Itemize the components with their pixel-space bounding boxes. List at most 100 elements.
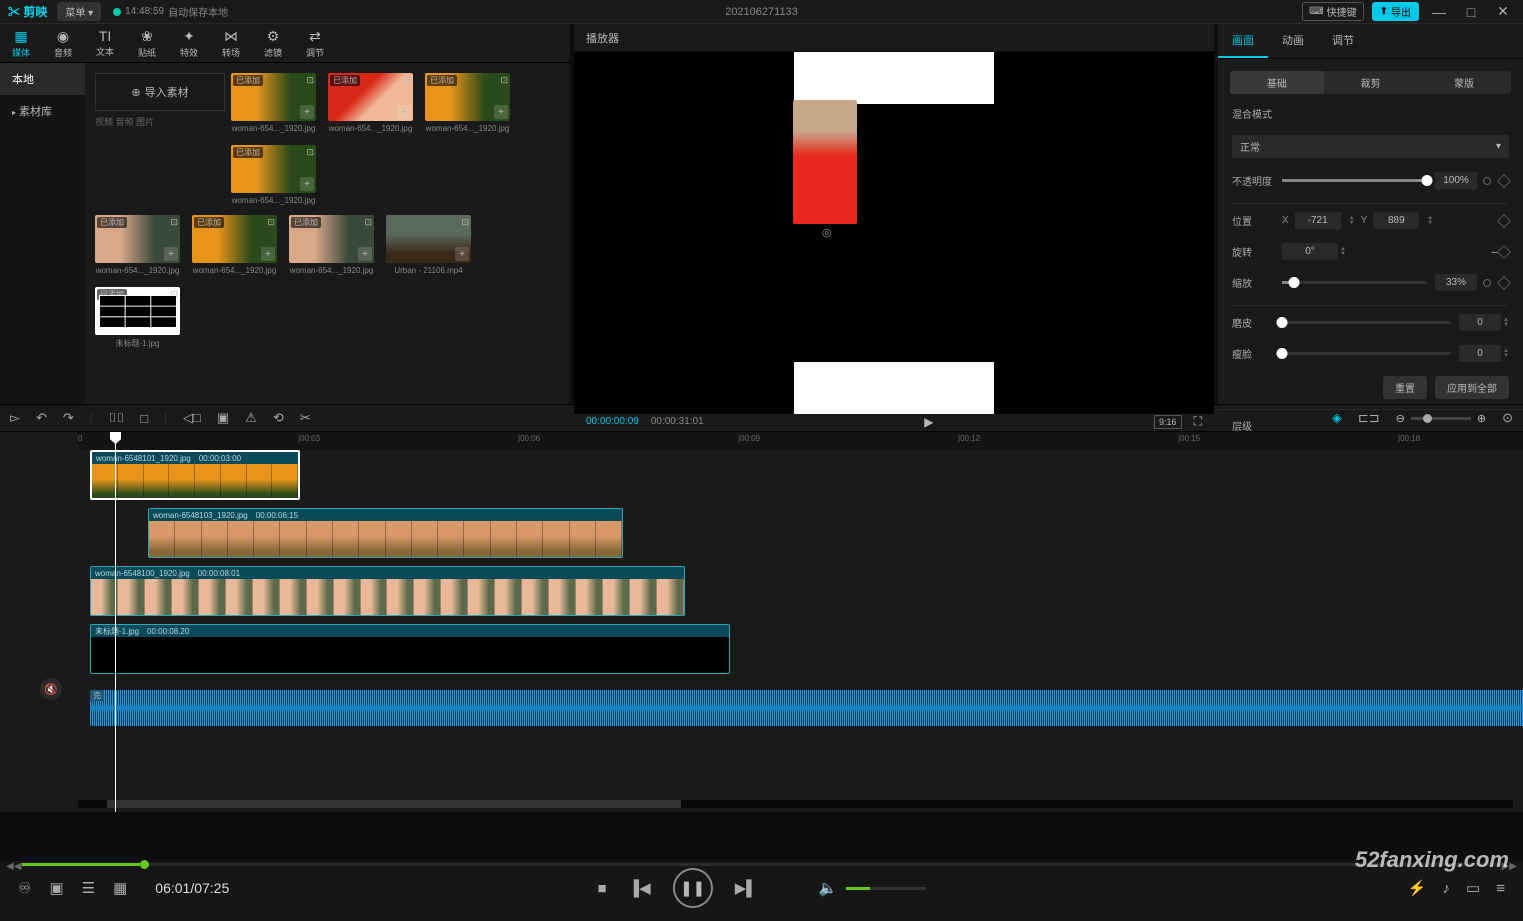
ribbon-tab[interactable]: ◉音频 (42, 24, 84, 62)
link-toggle[interactable]: ⊏⊐ (1358, 410, 1380, 426)
scale-value[interactable]: 33% (1435, 274, 1477, 291)
next-button[interactable]: ▶▌ (735, 879, 757, 897)
playhead[interactable] (115, 432, 116, 812)
aspect-ratio-button[interactable]: 9:16 (1154, 415, 1182, 429)
redo-button[interactable]: ↷ (63, 410, 74, 426)
sidebar-tab[interactable]: 本地 (0, 63, 85, 95)
slimface-slider[interactable] (1282, 352, 1451, 355)
add-to-timeline-button[interactable]: + (455, 247, 469, 261)
position-y-input[interactable]: 889 (1373, 212, 1419, 229)
slimface-value[interactable]: 0 (1459, 345, 1501, 362)
link-icon[interactable] (1483, 279, 1491, 287)
media-item[interactable]: 已添加⊡+未标题-1.jpg (95, 287, 180, 349)
progress-bar[interactable] (22, 863, 1501, 866)
pip-icon[interactable]: ▭ (1466, 879, 1480, 897)
ribbon-tab[interactable]: ⇄调节 (294, 24, 336, 62)
media-item[interactable]: 已添加⊡+woman-654..._1920.jpg (192, 215, 277, 275)
blend-mode-select[interactable]: 正常▾ (1232, 135, 1509, 158)
add-to-timeline-button[interactable]: + (261, 247, 275, 261)
opacity-slider[interactable] (1282, 179, 1427, 182)
seek-back-icon[interactable]: ◀◀ (6, 861, 21, 872)
play-button[interactable]: ▶ (924, 415, 933, 429)
track-mute-button[interactable]: 🔇 (40, 678, 62, 700)
keyframe-icon[interactable] (1497, 213, 1511, 227)
timeline-tracks[interactable]: woman-6548101_1920.jpg00:00:03:00woman-6… (78, 450, 1523, 470)
add-to-timeline-button[interactable]: + (300, 177, 314, 191)
media-item[interactable]: 已添加⊡+woman-654..._1920.jpg (425, 73, 510, 133)
settings-icon[interactable]: ≡ (1496, 880, 1505, 897)
split-button[interactable]: ⌷⌷ (109, 410, 125, 426)
speed-icon[interactable]: ⚡ (1408, 879, 1427, 897)
ribbon-tab[interactable]: ⋈转场 (210, 24, 252, 62)
timeline-zoom[interactable]: ⊖ ⊕ (1396, 412, 1486, 425)
smoothing-slider[interactable] (1282, 321, 1451, 324)
ribbon-tab[interactable]: ▦媒体 (0, 24, 42, 62)
opacity-value[interactable]: 100% (1435, 172, 1477, 189)
media-item[interactable]: 已添加⊡+woman-654..._1920.jpg (328, 73, 413, 133)
add-to-timeline-button[interactable]: + (397, 105, 411, 119)
ribbon-tab[interactable]: ⚙滤镜 (252, 24, 294, 62)
timeline[interactable]: 🔇 0|00:03|00:06|00:09|00:12|00:15|00:18 … (0, 432, 1523, 812)
ribbon-tab[interactable]: TI文本 (84, 24, 126, 62)
seek-fwd-icon[interactable]: ▶▶ (1502, 861, 1517, 872)
volume-icon[interactable]: 🔈 (819, 879, 838, 897)
main-menu-button[interactable]: 菜单 ▾ (57, 2, 101, 21)
preview-canvas[interactable]: ◎ (794, 52, 994, 414)
ribbon-tab[interactable]: ❀贴纸 (126, 24, 168, 62)
audio-icon[interactable]: ♪ (1443, 880, 1451, 897)
import-media-button[interactable]: ⊕ 导入素材 (95, 73, 225, 111)
smoothing-value[interactable]: 0 (1459, 314, 1501, 331)
link-icon[interactable] (1483, 177, 1491, 185)
add-to-timeline-button[interactable]: + (300, 105, 314, 119)
media-item[interactable]: 已添加⊡+woman-654..._1920.jpg (95, 215, 180, 275)
pause-button[interactable]: ❚❚ (673, 868, 713, 908)
add-to-timeline-button[interactable]: + (164, 319, 178, 333)
prev-button[interactable]: ▐◀ (629, 879, 651, 897)
sidebar-tab[interactable]: ▸素材库 (0, 95, 85, 127)
timeline-clip[interactable]: woman-6548103_1920.jpg00:00:06:15 (148, 508, 623, 558)
close-button[interactable]: ✕ (1491, 3, 1515, 20)
reset-button[interactable]: 重置 (1383, 376, 1427, 399)
add-to-timeline-button[interactable]: + (164, 247, 178, 261)
timeline-clip[interactable]: 未标题-1.jpg00:00:08.20 (90, 624, 730, 674)
list-button[interactable]: ☰ (82, 879, 95, 897)
zoom-out-icon[interactable]: ⊖ (1396, 412, 1405, 425)
ribbon-tab[interactable]: ✦特效 (168, 24, 210, 62)
props-subtab[interactable]: 裁剪 (1324, 71, 1418, 94)
undo-button[interactable]: ↶ (36, 410, 47, 426)
volume-slider[interactable] (846, 887, 926, 890)
loop-button[interactable]: ♾ (18, 879, 31, 897)
rotate-button[interactable]: ⟲ (273, 410, 284, 426)
select-tool[interactable]: ▻ (10, 410, 20, 426)
screenshot-button[interactable]: ▣ (49, 879, 63, 897)
export-button[interactable]: ⬆ 导出 (1372, 2, 1419, 21)
shortcuts-button[interactable]: ⌨ 快捷键 (1302, 2, 1363, 21)
minimize-button[interactable]: — (1427, 4, 1451, 20)
timeline-scrollbar[interactable] (78, 800, 1513, 808)
preview-viewport[interactable]: ◎ (574, 52, 1214, 414)
crop-button[interactable]: ▣ (217, 410, 229, 426)
props-subtab[interactable]: 基础 (1230, 71, 1324, 94)
selected-clip-overlay[interactable] (793, 100, 857, 224)
props-tab[interactable]: 调节 (1318, 24, 1368, 58)
zoom-fit-button[interactable]: ⊙ (1502, 410, 1513, 426)
media-item[interactable]: ⊡+Urban - 21106.mp4 (386, 215, 471, 275)
rotation-input[interactable]: 0° (1282, 243, 1338, 260)
props-tab[interactable]: 动画 (1268, 24, 1318, 58)
audio-clip[interactable]: 克 (90, 690, 1523, 726)
apply-all-button[interactable]: 应用到全部 (1435, 376, 1509, 399)
crop2-button[interactable]: ✂ (300, 410, 311, 426)
scale-slider[interactable] (1282, 281, 1427, 284)
grid-button[interactable]: ▦ (113, 879, 127, 897)
add-to-timeline-button[interactable]: + (494, 105, 508, 119)
media-item[interactable]: 已添加⊡+woman-654..._1920.jpg (231, 73, 316, 133)
timeline-clip[interactable]: woman-6548100_1920.jpg00:00:08:01 (90, 566, 685, 616)
zoom-in-icon[interactable]: ⊕ (1477, 412, 1486, 425)
stop-button[interactable]: ■ (597, 880, 606, 897)
add-to-timeline-button[interactable]: + (358, 247, 372, 261)
mirror-button[interactable]: ⚠ (245, 410, 257, 426)
maximize-button[interactable]: □ (1459, 4, 1483, 20)
delete-button[interactable]: □ (140, 411, 148, 426)
media-item[interactable]: 已添加⊡+woman-654..._1920.jpg (289, 215, 374, 275)
timeline-ruler[interactable]: 0|00:03|00:06|00:09|00:12|00:15|00:18 (78, 432, 1523, 450)
